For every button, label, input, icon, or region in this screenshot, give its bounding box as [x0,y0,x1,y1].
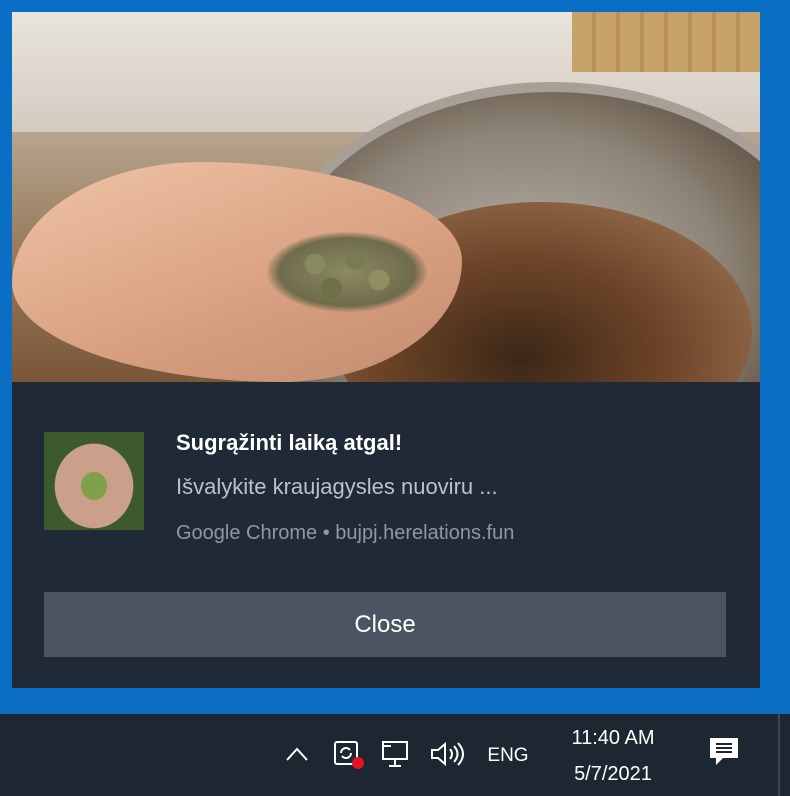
clock[interactable]: 11:40 AM 5/7/2021 [548,720,678,792]
toast-notification[interactable]: Sugrąžinti laiką atgal! Išvalykite krauj… [12,12,760,688]
hero-image [12,12,760,382]
notification-title: Sugrąžinti laiką atgal! [176,430,403,455]
volume-icon[interactable] [428,738,468,770]
notification-attribution: Google Chrome • bujpj.herelations.fun [176,522,515,544]
clock-date: 5/7/2021 [574,763,652,785]
app-logo-thumbnail [44,432,144,530]
toast-content: Sugrąžinti laiką atgal! Išvalykite krauj… [12,382,760,688]
clock-time: 11:40 AM [571,727,655,749]
chevron-up-icon[interactable] [282,738,312,770]
action-center-icon[interactable] [706,736,742,768]
show-desktop-divider[interactable] [778,714,780,796]
taskbar: ENG 11:40 AM 5/7/2021 [0,714,790,796]
close-button[interactable]: Close [44,592,726,657]
network-icon[interactable] [380,738,416,770]
notification-message: Išvalykite kraujagysles nuoviru ... [176,474,498,499]
language-indicator[interactable]: ENG [480,740,536,772]
security-alert-icon[interactable] [330,738,368,770]
